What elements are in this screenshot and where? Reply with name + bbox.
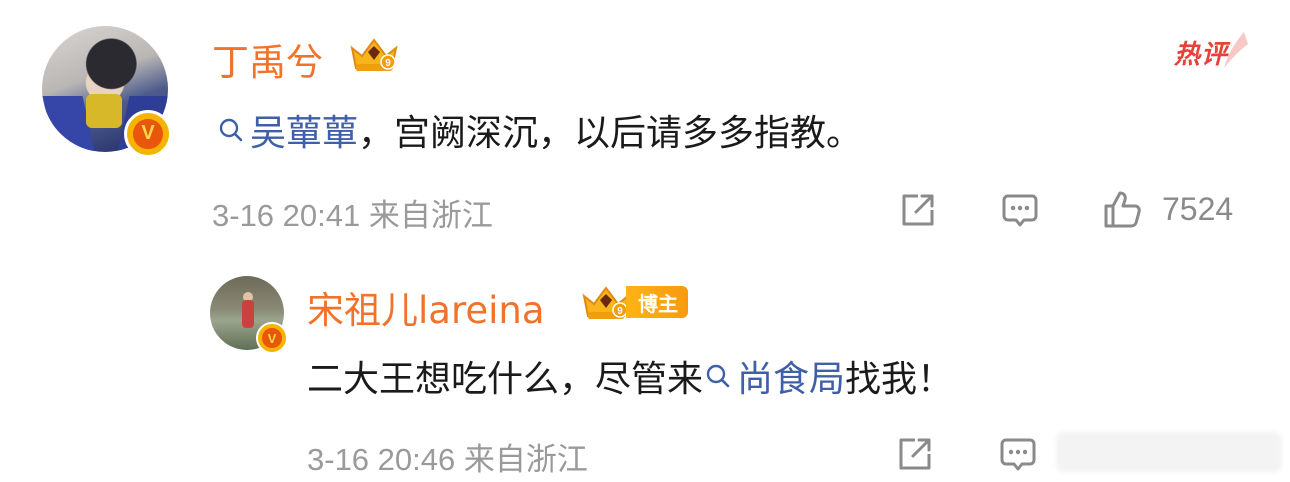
v-badge-icon: V [133,119,163,149]
avatar-figure-body [242,300,254,328]
avatar-shirt [86,94,122,128]
verified-badge-icon: V [124,110,172,158]
reply-verified-badge-icon: V [256,322,288,354]
reply-body-after: 找我！ [845,359,954,400]
mention-name: 尚食局 [737,359,846,400]
location: 来自浙江 [463,442,588,477]
location: 来自浙江 [368,198,493,233]
timestamp: 3-16 20:46 [307,442,456,477]
crown-icon: 9 [350,38,398,71]
mention-link[interactable]: 吴蕇蕇 [216,104,358,156]
search-icon [706,364,730,388]
comment-text: 吴蕇蕇 ，宫阙深沉，以后请多多指教。 [216,104,862,156]
like-count: 7524 [1162,191,1234,227]
reply-text: 二大王想吃什么，尽管来 尚食局 找我！ [307,350,953,402]
crown-icon: 9 [582,286,630,319]
comment-meta: 3-16 20:41 来自浙江 [212,190,493,235]
hot-comment-badge: 热评 [1170,30,1250,70]
svg-text:9: 9 [385,58,391,69]
reply-body-before: 二大王想吃什么，尽管来 [307,359,704,400]
comment-username[interactable]: 丁禹兮 [212,32,323,86]
hot-label: 热评 [1174,40,1229,70]
blogger-tag: 博主 [626,286,688,318]
obscured-like-area [1056,432,1282,472]
timestamp: 3-16 20:41 [212,198,361,233]
comment-body: ，宫阙深沉，以后请多多指教。 [358,113,863,154]
comment-icon[interactable] [998,434,1038,474]
reply-meta: 3-16 20:46 来自浙江 [307,434,588,479]
v-badge-icon: V [262,328,282,348]
svg-text:9: 9 [617,306,623,317]
reply-username[interactable]: 宋祖儿lareina [307,280,545,334]
mention-name: 吴蕇蕇 [250,113,359,154]
search-icon [219,118,243,142]
comment-icon[interactable] [1000,190,1040,230]
mention-link[interactable]: 尚食局 [703,350,845,402]
share-icon[interactable] [898,190,938,230]
share-icon[interactable] [895,434,935,474]
thumbs-up-icon[interactable] [1102,190,1142,230]
